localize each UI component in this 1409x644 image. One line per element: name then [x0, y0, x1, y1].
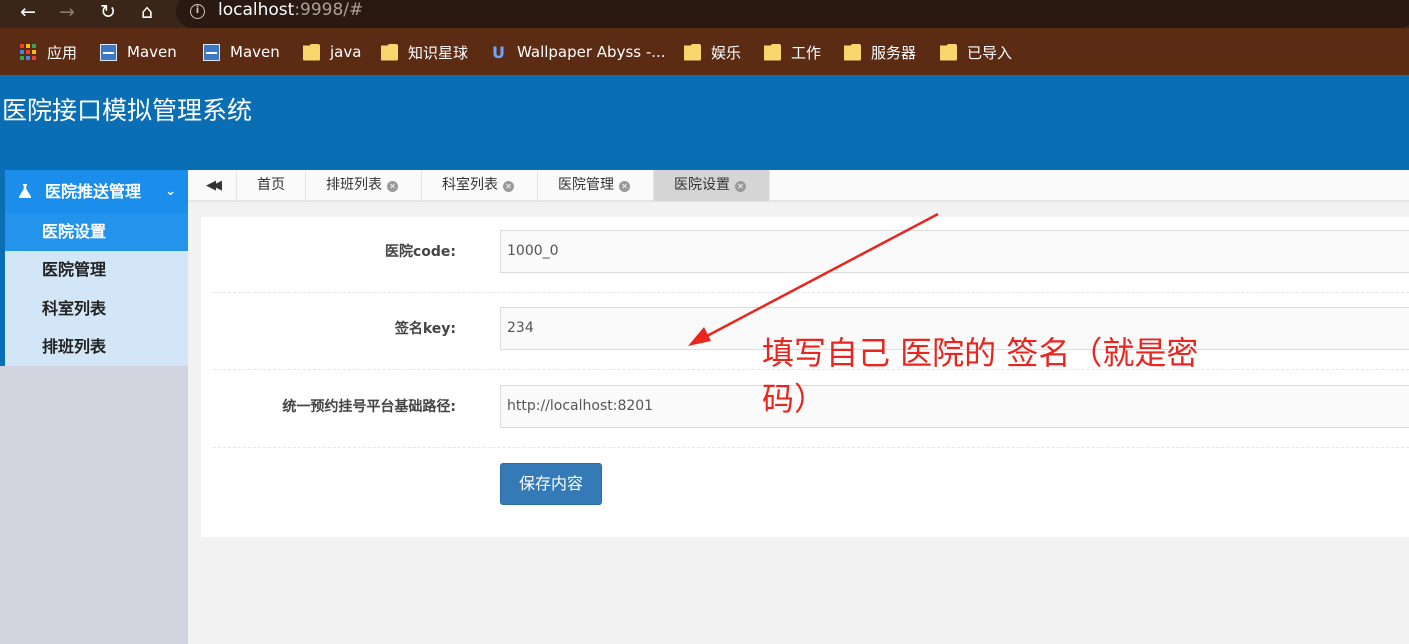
page-title: 医院接口模拟管理系统	[2, 96, 253, 125]
sidebar-item-schedule-list[interactable]: 排班列表	[5, 328, 188, 366]
bookmark-fuwuqi[interactable]: 服务器	[844, 41, 916, 63]
form-divider	[213, 292, 1409, 293]
folder-icon	[381, 43, 398, 61]
back-icon[interactable]: ←	[14, 0, 42, 26]
flask-icon	[18, 184, 32, 198]
bookmark-yule[interactable]: 娱乐	[684, 41, 741, 63]
folder-icon	[940, 43, 957, 61]
bookmarks-bar: 应用 Maven Maven java 知识星球 U Wallpaper Aby…	[0, 28, 1409, 75]
bookmark-maven-1[interactable]: Maven	[100, 41, 177, 63]
tab-schedule-list[interactable]: 排班列表 ✕	[306, 170, 422, 201]
sidebar-group-label: 医院推送管理	[45, 182, 142, 201]
bookmark-zhishi[interactable]: 知识星球	[381, 41, 468, 63]
apps-grid-icon	[20, 43, 37, 61]
bookmark-apps[interactable]: 应用	[20, 41, 77, 63]
hospital-code-input[interactable]: 1000_0	[500, 230, 1409, 273]
folder-icon	[303, 43, 320, 61]
folder-icon	[684, 43, 701, 61]
close-icon[interactable]: ✕	[735, 181, 746, 192]
bookmark-java[interactable]: java	[303, 41, 361, 63]
folder-icon	[764, 43, 781, 61]
sidebar-item-department-list[interactable]: 科室列表	[5, 290, 188, 328]
sign-key-label: 签名key:	[394, 321, 456, 337]
url-text: localhost:9998/#	[218, 0, 364, 20]
close-icon[interactable]: ✕	[387, 181, 398, 192]
bookmark-maven-2[interactable]: Maven	[203, 41, 280, 63]
tab-department-list[interactable]: 科室列表 ✕	[422, 170, 538, 201]
info-icon[interactable]: i	[190, 4, 205, 19]
bookmark-gongzuo[interactable]: 工作	[764, 41, 821, 63]
close-icon[interactable]: ✕	[503, 181, 514, 192]
tab-hospital-management[interactable]: 医院管理 ✕	[538, 170, 654, 201]
base-path-label: 统一预约挂号平台基础路径:	[282, 399, 456, 415]
tab-home[interactable]: 首页	[237, 170, 306, 201]
address-bar[interactable]: i localhost:9998/#	[176, 0, 1409, 28]
hospital-code-label: 医院code:	[384, 244, 456, 260]
forward-icon[interactable]: →	[53, 0, 81, 26]
annotation-text: 填写自己 医院的 签名（就是密码）	[762, 334, 1199, 418]
sidebar-menu-group: 医院推送管理 ⌄ 医院设置 医院管理 科室列表 排班列表	[0, 170, 188, 366]
close-icon[interactable]: ✕	[619, 181, 630, 192]
folder-icon	[844, 43, 861, 61]
sidebar: 医院推送管理 ⌄ 医院设置 医院管理 科室列表 排班列表	[0, 170, 188, 644]
wallpaper-abyss-icon: U	[492, 42, 505, 62]
maven-icon	[100, 43, 117, 61]
maven-icon	[203, 43, 220, 61]
tab-hospital-settings[interactable]: 医院设置 ✕	[654, 170, 770, 201]
save-button[interactable]: 保存内容	[500, 463, 602, 505]
double-chevron-left-icon[interactable]: ◀◀	[188, 170, 237, 201]
browser-toolbar: ← → ↻ ⌂ i localhost:9998/#	[0, 0, 1409, 28]
sidebar-item-hospital-management[interactable]: 医院管理	[5, 251, 188, 289]
app-header: 医院接口模拟管理系统	[0, 75, 1409, 170]
sidebar-group-header[interactable]: 医院推送管理 ⌄	[5, 170, 188, 213]
home-icon[interactable]: ⌂	[133, 0, 161, 26]
tab-bar: ◀◀ 首页 排班列表 ✕ 科室列表 ✕ 医院管理 ✕ 医院设置 ✕	[188, 170, 1409, 202]
bookmark-wallpaper-abyss[interactable]: U Wallpaper Abyss -...	[490, 41, 666, 63]
bookmark-yidaoru[interactable]: 已导入	[940, 41, 1012, 63]
form-divider	[213, 447, 1409, 448]
chevron-down-icon: ⌄	[165, 184, 176, 199]
sidebar-item-hospital-settings[interactable]: 医院设置	[5, 213, 188, 251]
reload-icon[interactable]: ↻	[94, 0, 122, 26]
